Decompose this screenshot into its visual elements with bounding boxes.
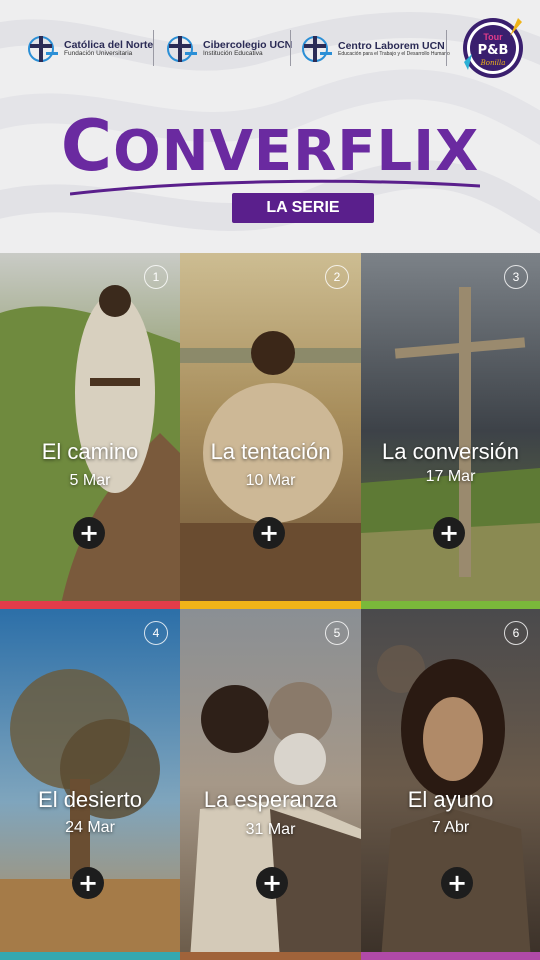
episode-date: 24 Mar — [65, 819, 115, 836]
add-button[interactable]: + — [253, 517, 285, 549]
episode-card-6[interactable]: 6 El ayuno 7 Abr + — [361, 609, 540, 960]
title-rest: ONVERFLIX — [113, 119, 480, 184]
add-button[interactable]: + — [256, 867, 288, 899]
cross-logo-icon — [28, 36, 58, 62]
episode-number-badge: 5 — [325, 621, 349, 645]
episode-2-image — [180, 253, 361, 609]
add-button[interactable]: + — [433, 517, 465, 549]
series-subtitle: LA SERIE — [232, 193, 374, 223]
episode-title: El camino — [41, 439, 139, 464]
episode-grid: 1 El camino 5 Mar + 2 La tentación 10 Ma… — [0, 253, 540, 960]
logo-catolica-del-norte: Católica del Norte Fundación Universitar… — [26, 28, 153, 70]
episode-5-image — [180, 609, 361, 960]
cross-logo-icon — [167, 36, 197, 62]
badge-line2: P&B — [478, 43, 509, 58]
logo-subtitle: Institución Educativa — [203, 50, 263, 58]
color-stripe — [180, 952, 361, 960]
episode-date: 17 Mar — [425, 468, 476, 485]
divider — [153, 30, 154, 66]
episode-4-image — [0, 609, 180, 960]
episode-number-badge: 6 — [504, 621, 528, 645]
logo-centro-laborem: Centro Laborem UCN Educación para el Tra… — [300, 28, 450, 70]
episode-number-badge: 3 — [504, 265, 528, 289]
episode-date: 10 Mar — [245, 472, 296, 489]
logo-cibercolegio: Cibercolegio UCN Institución Educativa — [165, 28, 292, 70]
episode-title: El ayuno — [407, 787, 494, 812]
color-stripe — [361, 952, 540, 960]
badge-line3: Bonilla — [480, 59, 506, 67]
add-button[interactable]: + — [72, 867, 104, 899]
episode-number-badge: 4 — [144, 621, 168, 645]
episode-title: El desierto — [38, 787, 142, 812]
episode-title: La esperanza — [203, 787, 338, 812]
episode-3-image — [361, 253, 540, 609]
logos-row: Católica del Norte Fundación Universitar… — [0, 22, 540, 82]
add-button[interactable]: + — [73, 517, 105, 549]
badge-line1: Tour — [483, 32, 503, 42]
logo-subtitle: Fundación Universitaria — [64, 50, 133, 58]
episode-number-badge: 2 — [325, 265, 349, 289]
episode-card-2[interactable]: 2 La tentación 10 Mar + — [180, 253, 361, 609]
episode-title: La tentación — [210, 439, 331, 464]
episode-1-image — [0, 253, 180, 609]
tour-pb-badge: Tour P&B Bonilla — [463, 18, 523, 78]
episode-date: 5 Mar — [69, 472, 111, 489]
episode-date: 7 Abr — [431, 819, 470, 836]
series-title: CONVERFLIX LA SERIE — [60, 104, 480, 223]
title-first-letter: C — [60, 105, 114, 187]
color-stripe — [180, 601, 361, 609]
logo-subtitle: Educación para el Trabajo y el Desarroll… — [338, 50, 450, 57]
color-stripe — [0, 952, 180, 960]
episode-6-image — [361, 609, 540, 960]
episode-card-4[interactable]: 4 El desierto 24 Mar + — [0, 609, 180, 960]
add-button[interactable]: + — [441, 867, 473, 899]
episode-number-badge: 1 — [144, 265, 168, 289]
episode-card-3[interactable]: 3 La conversión 17 Mar + — [361, 253, 540, 609]
divider — [290, 30, 291, 66]
color-stripe — [0, 601, 180, 609]
cross-logo-icon — [302, 36, 332, 62]
episode-card-1[interactable]: 1 El camino 5 Mar + — [0, 253, 180, 609]
color-stripe — [361, 601, 540, 609]
episode-card-5[interactable]: 5 La esperanza 31 Mar + — [180, 609, 361, 960]
divider — [446, 30, 447, 66]
episode-date: 31 Mar — [245, 821, 296, 838]
episode-title: La conversión — [382, 439, 519, 464]
